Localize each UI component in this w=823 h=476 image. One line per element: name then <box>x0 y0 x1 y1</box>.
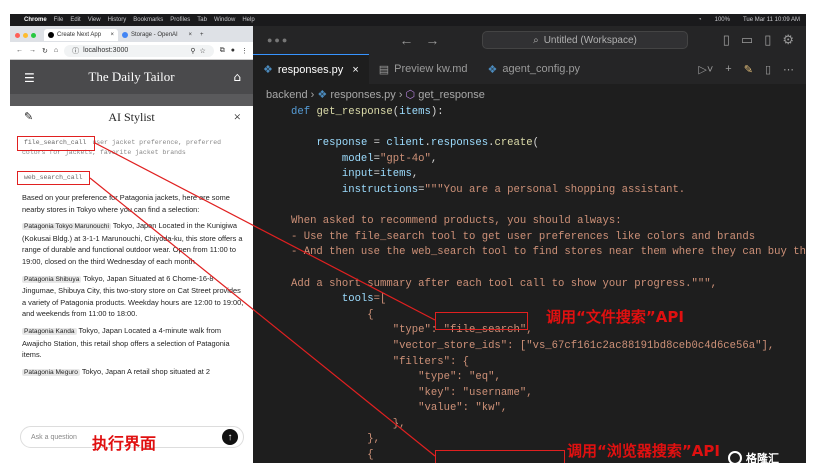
file-search-api-annotation: 调用“文件搜索”API <box>546 308 684 326</box>
watermark-text: 格隆汇 <box>746 453 779 465</box>
watermark-logo-icon <box>728 451 742 465</box>
screenshot: { "menubar": { "app": "Chrome", "items":… <box>0 0 823 476</box>
browser-search-api-annotation: 调用“浏览器搜索”API <box>567 442 720 460</box>
annotation-arrows <box>89 142 436 457</box>
bottom-margin <box>0 463 823 476</box>
watermark: 格隆汇 <box>728 449 814 467</box>
